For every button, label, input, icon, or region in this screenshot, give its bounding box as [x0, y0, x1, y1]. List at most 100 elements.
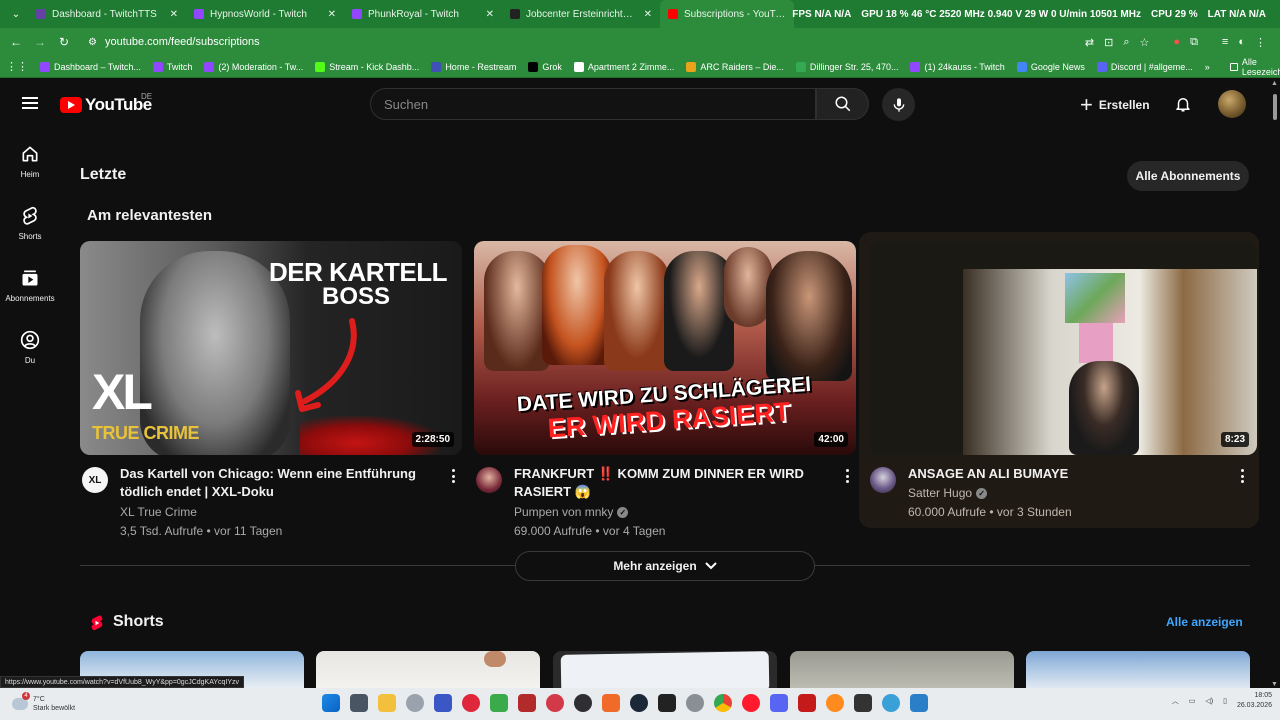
more-actions-icon[interactable] — [846, 469, 850, 483]
volume-icon[interactable]: ◁) — [1205, 697, 1213, 705]
calculator-icon[interactable] — [350, 694, 368, 712]
bookmarks-overflow-icon[interactable]: » — [1205, 62, 1210, 72]
profile-icon[interactable]: ◐ — [1238, 36, 1245, 49]
scroll-up-arrow-icon[interactable]: ▲ — [1271, 80, 1278, 87]
sidebar-item-you[interactable]: Du — [0, 328, 60, 388]
notifications-button[interactable] — [1171, 92, 1195, 116]
tab-close-icon[interactable]: ✕ — [486, 9, 494, 20]
adblock-extension-icon[interactable]: ● — [1173, 36, 1180, 49]
voice-search-button[interactable] — [882, 88, 915, 121]
bookmark-item[interactable]: Stream - Kick Dashb... — [315, 61, 419, 72]
tab-close-icon[interactable]: ✕ — [644, 9, 652, 20]
vscode-style-icon[interactable] — [434, 694, 452, 712]
youtube-logo[interactable]: YouTube — [60, 95, 152, 115]
bookmark-item[interactable]: Grok — [528, 61, 562, 72]
opera-gx-icon[interactable] — [462, 694, 480, 712]
channel-avatar[interactable]: XL — [82, 467, 108, 493]
obs-icon[interactable] — [574, 694, 592, 712]
video-thumbnail[interactable]: DATE WIRD ZU SCHLÄGEREI ER WIRD RASIERT … — [474, 241, 856, 455]
bookmark-star-icon[interactable]: ☆ — [1140, 36, 1150, 49]
settings-gear-icon[interactable] — [686, 694, 704, 712]
short-thumbnail[interactable] — [1026, 651, 1250, 688]
reload-icon[interactable]: ↻ — [52, 35, 76, 49]
discord-icon[interactable] — [770, 694, 788, 712]
bookmark-item[interactable]: Apartment 2 Zimme... — [573, 61, 674, 72]
start-icon[interactable] — [322, 694, 340, 712]
more-actions-icon[interactable] — [1241, 469, 1245, 483]
chrome-icon[interactable] — [714, 694, 732, 712]
clock[interactable]: 18:05 26.03.2026 — [1237, 691, 1272, 711]
translate-icon[interactable]: ⇄ — [1085, 36, 1094, 49]
browser-menu-icon[interactable]: ⋮ — [1255, 36, 1266, 49]
video-title[interactable]: FRANKFURT ‼️ KOMM ZUM DINNER ER WIRD RAS… — [514, 465, 824, 501]
show-more-button[interactable]: Mehr anzeigen — [515, 551, 815, 581]
steam-icon[interactable] — [630, 694, 648, 712]
battery-icon[interactable]: ▯ — [1223, 697, 1227, 705]
bookmark-item[interactable]: Google News — [1016, 61, 1085, 72]
tab-close-icon[interactable]: ✕ — [328, 9, 336, 20]
media-control-icon[interactable]: ≡ — [1222, 36, 1228, 49]
channel-avatar[interactable] — [476, 467, 502, 493]
create-button[interactable]: + Erstellen — [1068, 88, 1162, 121]
scrollbar-thumb[interactable] — [1273, 94, 1277, 120]
browser-tab[interactable]: Jobcenter Ersteinrichtung: Betr ✕ — [502, 0, 660, 28]
channel-name[interactable]: XL True Crime — [120, 505, 197, 519]
bookmark-item[interactable]: Home - Restream — [431, 61, 516, 72]
short-thumbnail[interactable] — [790, 651, 1014, 688]
globe-icon[interactable] — [882, 694, 900, 712]
extensions-icon[interactable]: ⧉ — [1190, 36, 1198, 49]
all-subscriptions-button[interactable]: Alle Abonnements — [1127, 161, 1249, 191]
channel-name[interactable]: Pumpen von mnky ✓ — [514, 505, 629, 519]
bookmark-item[interactable]: Dashboard – Twitch... — [40, 61, 141, 72]
all-bookmarks-button[interactable]: Alle Lesezeichen — [1229, 57, 1280, 77]
mouse-app-icon[interactable] — [406, 694, 424, 712]
firefox-icon[interactable] — [826, 694, 844, 712]
search-input[interactable] — [371, 89, 815, 119]
video-title[interactable]: Das Kartell von Chicago: Wenn eine Entfü… — [120, 465, 420, 501]
account-avatar[interactable] — [1218, 90, 1246, 118]
editor-icon[interactable] — [910, 694, 928, 712]
sidebar-item-subscriptions[interactable]: Abonnements — [0, 266, 60, 326]
video-thumbnail[interactable]: 8:23 — [869, 241, 1257, 455]
channel-name[interactable]: Satter Hugo ✓ — [908, 486, 988, 500]
record-app-icon[interactable] — [546, 694, 564, 712]
browser-tab[interactable]: Dashboard - TwitchTTS ✕ — [28, 0, 186, 28]
install-app-icon[interactable]: ⊡ — [1104, 36, 1113, 49]
tray-overflow-icon[interactable]: ︿ — [1172, 696, 1179, 706]
forward-icon[interactable]: → — [28, 35, 52, 49]
video-thumbnail[interactable]: DER KARTELL BOSS XL TRUE CRIME 2:28:50 — [80, 241, 462, 455]
brave-icon[interactable] — [602, 694, 620, 712]
menu-icon[interactable] — [22, 97, 38, 109]
back-icon[interactable]: ← — [4, 35, 28, 49]
browser-tab[interactable]: PhunkRoyal - Twitch ✕ — [344, 0, 502, 28]
sidebar-item-shorts[interactable]: Shorts — [0, 204, 60, 264]
game-launcher-icon[interactable] — [490, 694, 508, 712]
url-field[interactable]: ⚙ youtube.com/feed/subscriptions — [88, 31, 1085, 53]
site-info-icon[interactable]: ⚙ — [88, 37, 97, 48]
bookmark-item[interactable]: (2) Moderation - Tw... — [204, 61, 303, 72]
scroll-down-arrow-icon[interactable]: ▼ — [1271, 681, 1278, 688]
sidebar-item-home[interactable]: Heim — [0, 142, 60, 202]
red-app-icon[interactable] — [798, 694, 816, 712]
more-actions-icon[interactable] — [452, 469, 456, 483]
apps-grid-icon[interactable]: ⋮⋮ — [6, 60, 28, 73]
file-explorer-icon[interactable] — [378, 694, 396, 712]
bookmark-item[interactable]: ARC Raiders – Die... — [686, 61, 784, 72]
bookmark-item[interactable]: Dillinger Str. 25, 470... — [795, 61, 898, 72]
page-scrollbar[interactable]: ▲ ▼ — [1270, 80, 1280, 688]
network-icon[interactable]: ▭ — [1189, 697, 1196, 705]
weather-widget[interactable]: 4 7°C Stark bewölkt — [12, 692, 102, 716]
streamer-app-icon[interactable] — [518, 694, 536, 712]
browser-tab[interactable]: HypnosWorld - Twitch ✕ — [186, 0, 344, 28]
bookmark-item[interactable]: Twitch — [152, 61, 192, 72]
video-title[interactable]: ANSAGE AN ALI BUMAYE — [908, 465, 1208, 483]
short-thumbnail[interactable] — [553, 651, 777, 688]
bookmark-item[interactable]: Discord | #allgeme... — [1096, 61, 1193, 72]
tab-close-icon[interactable]: ✕ — [170, 9, 178, 20]
browser-tab-active[interactable]: Subscriptions - YouTube — [660, 0, 794, 28]
channel-avatar[interactable] — [870, 467, 896, 493]
opera-icon[interactable] — [742, 694, 760, 712]
short-thumbnail[interactable] — [316, 651, 540, 688]
bookmark-item[interactable]: (1) 24kauss - Twitch — [910, 61, 1005, 72]
shorts-all-button[interactable]: Alle anzeigen — [1166, 615, 1243, 629]
